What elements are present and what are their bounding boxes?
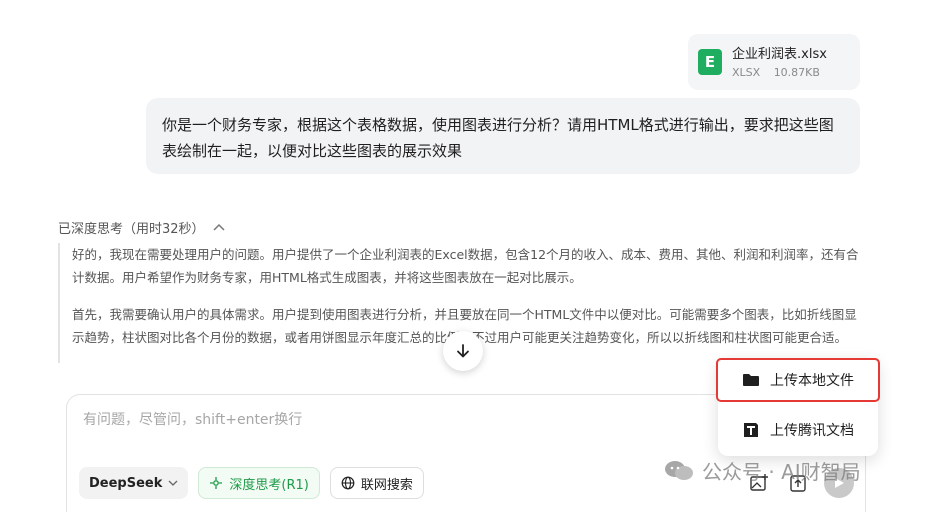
deep-think-label: 深度思考(R1) [229, 477, 309, 493]
upload-local-file-label: 上传本地文件 [770, 373, 854, 389]
tencent-docs-icon [744, 423, 758, 437]
upload-menu: 上传本地文件 上传腾讯文档 [716, 358, 880, 456]
thinking-header[interactable]: 已深度思考（用时32秒） [58, 218, 225, 237]
file-type: XLSX [732, 66, 761, 79]
wechat-icon [665, 460, 693, 480]
attached-file-card[interactable]: E 企业利润表.xlsx XLSX 10.87KB [688, 34, 860, 90]
globe-icon [341, 476, 355, 490]
upload-local-file-item[interactable]: 上传本地文件 [716, 358, 880, 402]
web-search-label: 联网搜索 [360, 477, 413, 493]
user-message: 你是一个财务专家，根据这个表格数据，使用图表进行分析？请用HTML格式进行输出，… [146, 98, 860, 174]
deep-think-toggle[interactable]: 深度思考(R1) [198, 467, 320, 499]
arrow-down-icon [457, 344, 469, 358]
watermark-text: 公众号 · AI财智局 [702, 460, 861, 484]
file-meta: XLSX 10.87KB [732, 66, 830, 79]
model-select-button[interactable]: DeepSeek [79, 467, 189, 499]
thinking-header-label: 已深度思考（用时32秒） [58, 222, 205, 237]
file-size: 10.87KB [773, 66, 820, 79]
chevron-up-icon[interactable] [213, 221, 225, 234]
upload-tencent-doc-item[interactable]: 上传腾讯文档 [718, 410, 878, 450]
excel-file-icon: E [698, 49, 722, 75]
upload-tencent-doc-label: 上传腾讯文档 [770, 423, 854, 439]
chevron-down-icon [168, 478, 178, 489]
folder-icon [743, 374, 759, 386]
file-name: 企业利润表.xlsx [732, 47, 827, 62]
thinking-paragraph: 好的，我现在需要处理用户的问题。用户提供了一个企业利润表的Excel数据，包含1… [72, 247, 859, 285]
model-select-label: DeepSeek [89, 475, 163, 491]
web-search-toggle[interactable]: 联网搜索 [329, 467, 424, 499]
watermark: 公众号 · AI财智局 [664, 456, 861, 485]
composer-toolbar: DeepSeek 深度思考(R1) 联网搜索 [79, 467, 424, 499]
deep-think-icon [210, 477, 223, 489]
scroll-to-bottom-button[interactable] [443, 331, 483, 371]
composer-placeholder[interactable]: 有问题，尽管问，shift+enter换行 [83, 409, 302, 429]
